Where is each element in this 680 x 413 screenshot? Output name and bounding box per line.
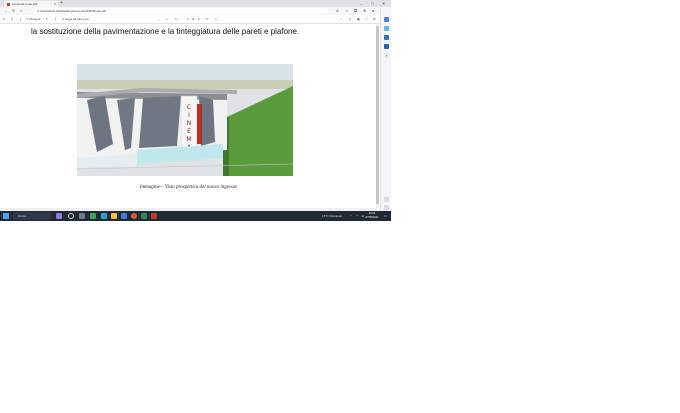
- favorites-star-icon[interactable]: ☆: [345, 7, 349, 15]
- page-separator: di: [192, 17, 195, 21]
- store-icon[interactable]: [121, 213, 127, 219]
- fit-page-icon[interactable]: ⊡: [175, 15, 178, 23]
- toolbar-divider: [55, 17, 56, 21]
- sidebar-settings-icon[interactable]: [384, 197, 389, 202]
- draw-label: Disegna: [29, 17, 41, 21]
- sign-letter: E: [187, 128, 191, 135]
- excel-icon[interactable]: [141, 213, 147, 219]
- maximize-button[interactable]: □: [371, 0, 373, 7]
- highlight-icon[interactable]: ▾: [46, 15, 48, 23]
- save-icon[interactable]: ▣: [357, 15, 360, 23]
- edge-browser-icon[interactable]: [101, 213, 107, 219]
- pdf-page: la sostituzione della pavimentazione e l…: [0, 24, 377, 208]
- pin-icon[interactable]: ⤢: [365, 15, 367, 23]
- browser-sidebar: +: [380, 7, 391, 211]
- pdf-toolbar: ≡ ⊽ ✎ Disegna ▾ A Leggi ad alta voce − +…: [0, 15, 391, 24]
- tab-title: computer.rorgo.pdf: [12, 2, 38, 6]
- cortana-icon[interactable]: [68, 213, 74, 219]
- scrollbar-thumb[interactable]: [376, 26, 379, 204]
- clock-date: 07/05/2021: [365, 216, 379, 219]
- extensions-icon[interactable]: ⊕: [363, 7, 366, 15]
- profile-icon[interactable]: ●: [372, 7, 374, 15]
- discover-icon[interactable]: [384, 26, 389, 31]
- toolbar-divider: [20, 17, 21, 21]
- zoom-out-button[interactable]: −: [158, 15, 160, 23]
- figure-image: C I N E M A: [77, 64, 293, 176]
- zoom-in-button[interactable]: +: [166, 15, 168, 23]
- taskbar-search-box[interactable]: Cerca: [12, 212, 52, 220]
- collections-icon[interactable]: ⧉: [354, 7, 357, 15]
- tray-chevron-icon[interactable]: ^: [350, 211, 351, 221]
- refresh-icon[interactable]: ↻: [12, 7, 15, 15]
- sign-letter: N: [187, 120, 192, 127]
- file-explorer-icon[interactable]: [111, 213, 117, 219]
- page-number-input[interactable]: 1: [187, 15, 189, 23]
- chrome-icon[interactable]: [131, 213, 137, 219]
- paragraph-text: la sostituzione della pavimentazione e l…: [31, 27, 300, 36]
- search-icon[interactable]: ⌕: [340, 15, 342, 23]
- windows-taskbar: Cerca 17°C Nuvoloso ^ ◠ ◄ 10:12 07/05/20…: [0, 211, 391, 221]
- settings-gear-icon[interactable]: ⚙: [373, 15, 376, 23]
- app-icon[interactable]: [90, 213, 96, 219]
- minimize-button[interactable]: –: [360, 0, 362, 7]
- windows-start-icon[interactable]: [3, 213, 9, 219]
- page-view-icon[interactable]: ▯: [215, 15, 217, 23]
- page-total: 3: [198, 17, 200, 21]
- new-tab-button[interactable]: +: [60, 0, 63, 7]
- close-window-button[interactable]: ✕: [382, 0, 385, 7]
- horizon: [77, 80, 293, 90]
- screen: computer.rorgo.pdf ✕ + – □ ✕ ← ↻ ⌂ C:/Us…: [0, 0, 391, 221]
- back-arrow-icon[interactable]: ←: [4, 7, 8, 15]
- sign-red-strip: [197, 104, 202, 144]
- facade-panel: [139, 96, 181, 148]
- hide-sidebar-icon[interactable]: [384, 205, 389, 210]
- notifications-icon[interactable]: ▭: [384, 211, 387, 221]
- weather-widget[interactable]: 17°C Nuvoloso: [322, 211, 342, 221]
- sign-letter: M: [186, 136, 191, 143]
- search-sidebar-icon[interactable]: [384, 17, 389, 22]
- read-aloud-label: Leggi ad alta voce: [64, 17, 90, 21]
- building-rendering: C I N E M A: [77, 64, 293, 176]
- news-widget-icon[interactable]: [56, 213, 62, 219]
- pdf-reader-icon[interactable]: [151, 213, 157, 219]
- browser-title-bar: computer.rorgo.pdf ✕ + – □ ✕: [0, 0, 391, 7]
- add-sidebar-icon[interactable]: +: [384, 53, 389, 58]
- network-icon[interactable]: ◠: [356, 211, 359, 221]
- figure-caption: Immagine – Vista prospettica del nuovo i…: [139, 185, 238, 190]
- print-icon[interactable]: ⎙: [349, 15, 351, 23]
- pdf-file-icon: [7, 2, 10, 6]
- sign-letter: C: [187, 104, 191, 111]
- task-view-icon[interactable]: [79, 213, 85, 219]
- filter-icon[interactable]: ⊽: [11, 15, 13, 23]
- contents-menu-button[interactable]: ≡: [3, 15, 5, 23]
- rotate-icon[interactable]: ↻: [206, 15, 209, 23]
- taskbar-clock[interactable]: 10:12 07/05/2021: [364, 212, 380, 220]
- speaker-icon: A: [62, 17, 64, 21]
- sky: [77, 64, 293, 82]
- address-bar-row: ← ↻ ⌂ C:/Users/ibrio.sah/Desktop/compute…: [0, 7, 391, 15]
- read-aloud-button[interactable]: A Leggi ad alta voce: [62, 15, 89, 23]
- url-field[interactable]: C:/Users/ibrio.sah/Desktop/computer%20/R…: [33, 8, 328, 14]
- office-icon[interactable]: [384, 44, 389, 49]
- tools-icon[interactable]: [384, 35, 389, 40]
- sign-letter: I: [188, 112, 190, 119]
- draw-button[interactable]: ✎ Disegna: [26, 15, 40, 23]
- vertical-scrollbar[interactable]: [376, 24, 379, 208]
- read-mode-icon[interactable]: A: [336, 7, 339, 15]
- home-icon[interactable]: ⌂: [20, 7, 22, 15]
